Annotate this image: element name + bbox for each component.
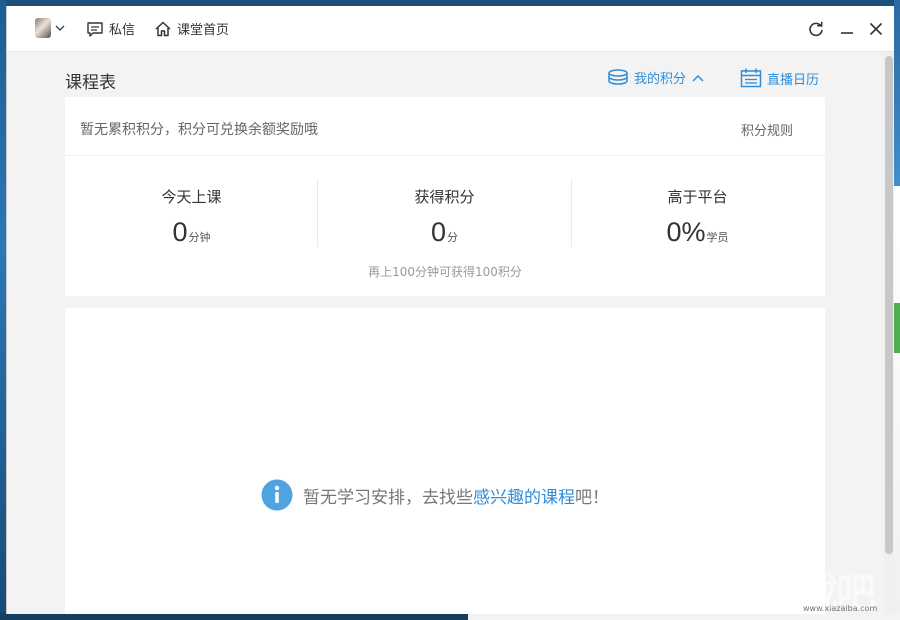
- points-rules-link[interactable]: 积分规则: [741, 120, 793, 139]
- points-hint: 暂无累积积分，积分可兑换余额奖励哦: [80, 122, 318, 138]
- message-icon: [87, 21, 103, 37]
- my-points-label: 我的积分: [634, 72, 687, 87]
- stat-label: 今天上课: [161, 188, 222, 206]
- points-footer-hint: 再上100分钟可获得100积分: [368, 265, 522, 279]
- live-calendar-button[interactable]: 直播日历: [740, 68, 819, 88]
- live-calendar-label: 直播日历: [767, 72, 820, 88]
- points-card: 暂无累积积分，积分可兑换余额奖励哦 积分规则 今天上课 0分钟 获得积分 0分 …: [65, 97, 825, 296]
- messages-label: 私信: [109, 23, 136, 38]
- find-courses-link[interactable]: 感兴趣的课程: [473, 488, 575, 508]
- points-card-header: 暂无累积积分，积分可兑换余额奖励哦 积分规则: [65, 97, 825, 156]
- avatar: [35, 18, 51, 38]
- empty-state-message: 暂无学习安排，去找些感兴趣的课程吧！: [261, 479, 609, 511]
- home-icon: [155, 21, 171, 36]
- chevron-up-icon: [692, 74, 704, 82]
- stat-earned-points: 获得积分 0分: [318, 157, 571, 277]
- vertical-scrollbar[interactable]: [883, 52, 894, 614]
- coins-icon: [608, 68, 628, 85]
- home-button[interactable]: 课堂首页: [154, 19, 229, 38]
- chevron-down-icon: [55, 25, 65, 31]
- stat-unit: 分: [447, 231, 459, 244]
- stat-unit: 分钟: [188, 231, 211, 244]
- stat-today-class: 今天上课 0分钟: [65, 157, 318, 277]
- stat-value: 0: [430, 217, 447, 247]
- refresh-icon: [809, 21, 823, 37]
- empty-state-prefix: 暂无学习安排，去找些: [303, 487, 473, 508]
- page-title: 课程表: [65, 73, 116, 93]
- desktop-background-window-edge: [894, 303, 900, 353]
- stat-unit: 学员: [706, 231, 729, 244]
- stat-value: 0%: [666, 217, 706, 247]
- desktop-background-right: [894, 0, 900, 620]
- my-points-toggle[interactable]: 我的积分: [607, 68, 705, 87]
- scrollbar-thumb[interactable]: [885, 56, 893, 554]
- close-icon: [869, 22, 883, 36]
- stat-value: 0: [172, 217, 188, 247]
- home-label: 课堂首页: [177, 23, 230, 38]
- minimize-icon: [841, 32, 853, 34]
- empty-state-suffix: 吧！: [575, 487, 609, 508]
- watermark-url: www.xiazaiba.com: [803, 604, 878, 613]
- calendar-icon: [740, 68, 762, 88]
- info-icon: [261, 479, 293, 511]
- app-window: 私信 课堂首页 课程表 我的积分 直播日历 暂无累积积分，积分可兑换余额奖励哦 …: [6, 6, 894, 614]
- stat-label: 获得积分: [414, 188, 475, 206]
- refresh-button[interactable]: [805, 18, 827, 40]
- stat-label: 高于平台: [667, 188, 728, 206]
- close-button[interactable]: [865, 18, 887, 40]
- stat-above-platform: 高于平台 0%学员: [571, 157, 824, 277]
- course-schedule-panel: 暂无学习安排，去找些感兴趣的课程吧！: [65, 308, 825, 614]
- account-menu[interactable]: [35, 18, 65, 38]
- titlebar: 私信 课堂首页: [7, 6, 894, 52]
- messages-button[interactable]: 私信: [86, 19, 135, 38]
- minimize-button[interactable]: [836, 18, 858, 40]
